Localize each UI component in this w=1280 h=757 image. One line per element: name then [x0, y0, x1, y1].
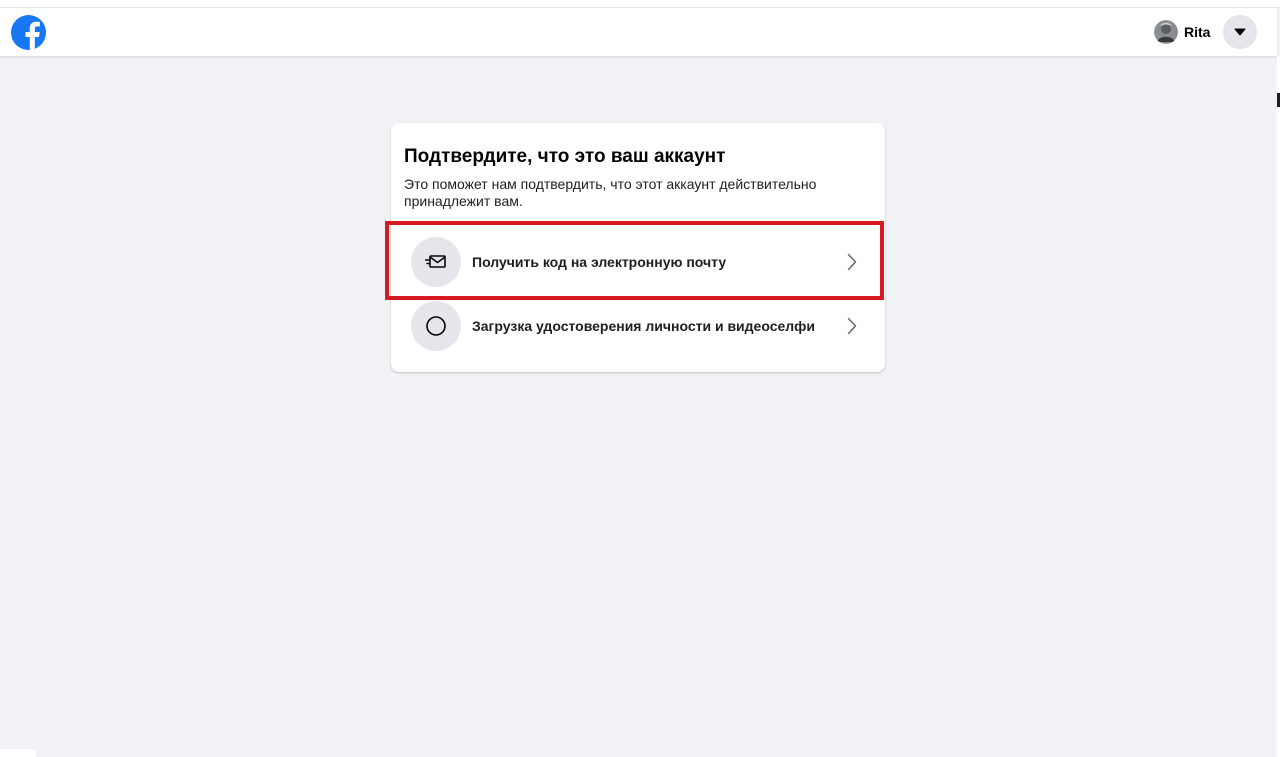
profile-button[interactable]: Rita [1150, 16, 1216, 48]
email-code-option-label: Получить код на электронную почту [472, 254, 727, 270]
browser-top-strip [0, 0, 1280, 8]
id-video-selfie-option[interactable]: Загрузка удостоверения личности и видеос… [401, 296, 877, 356]
account-menu-button[interactable] [1223, 15, 1257, 49]
facebook-logo-icon[interactable] [11, 15, 46, 50]
id-video-selfie-option-label: Загрузка удостоверения личности и видеос… [472, 318, 816, 334]
avatar [1154, 20, 1178, 44]
window-corner [0, 749, 36, 757]
caret-down-icon [1234, 23, 1246, 41]
circle-icon [411, 301, 461, 351]
chevron-right-icon [845, 317, 859, 335]
chevron-right-icon [845, 253, 859, 271]
verification-card: Подтвердите, что это ваш аккаунт Это пом… [391, 123, 885, 372]
card-description: Это поможет нам подтвердить, что этот ак… [404, 176, 817, 209]
profile-name: Rita [1184, 24, 1211, 40]
email-code-option[interactable]: Получить код на электронную почту [401, 232, 877, 292]
page-title: Подтвердите, что это ваш аккаунт [404, 146, 726, 167]
top-navigation-bar: Rita [0, 8, 1277, 56]
email-send-icon [411, 237, 461, 287]
